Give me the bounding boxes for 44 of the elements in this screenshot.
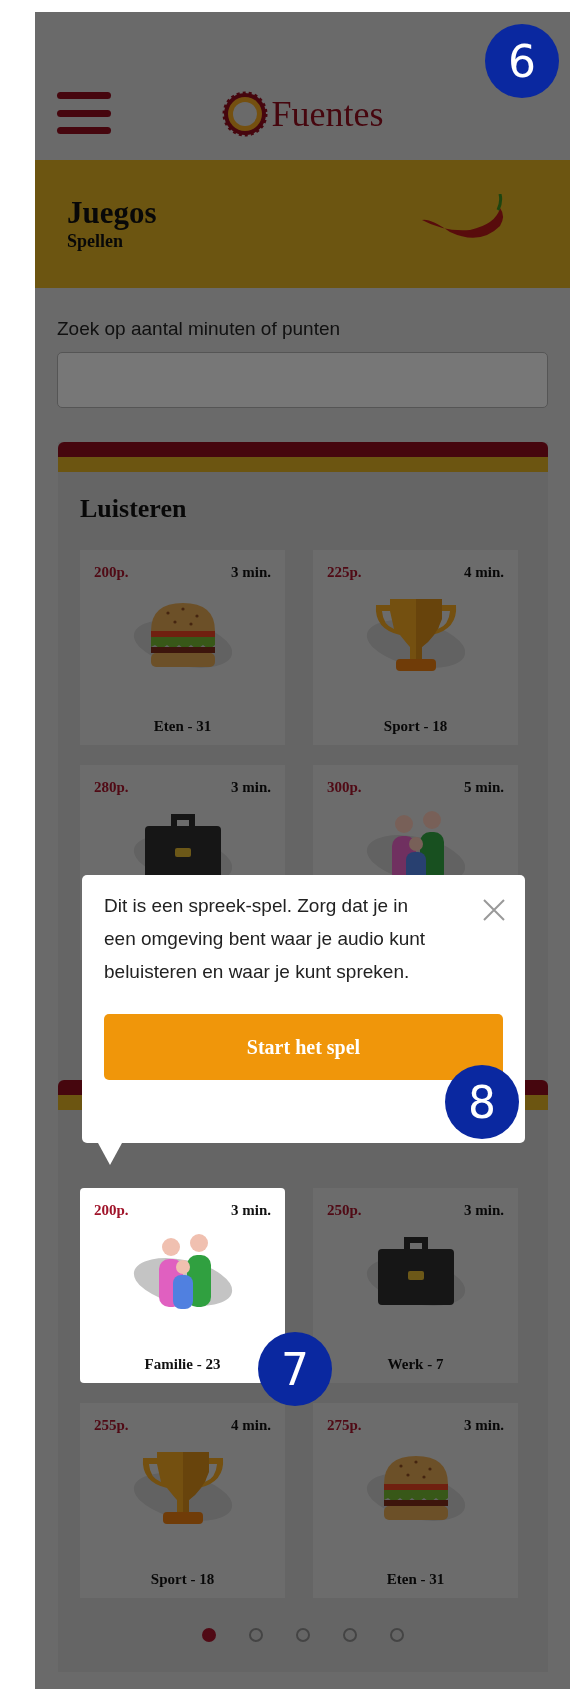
minutes-text: 3 min.: [464, 1417, 504, 1434]
pager-dot[interactable]: [296, 1628, 310, 1642]
pager-dot[interactable]: [390, 1628, 404, 1642]
minutes-text: 3 min.: [231, 564, 271, 581]
pager-dot[interactable]: [202, 1628, 216, 1642]
sun-icon: [221, 91, 268, 137]
close-button[interactable]: [481, 897, 507, 923]
points-text: 225p.: [327, 564, 362, 581]
minutes-text: 4 min.: [464, 564, 504, 581]
game-tile[interactable]: 255p. 4 min. Sport - 18: [80, 1403, 285, 1598]
game-tile[interactable]: 200p. 3 min. Familie - 23: [80, 1188, 285, 1383]
points-text: 300p.: [327, 779, 362, 796]
menu-button[interactable]: [57, 92, 111, 134]
points-text: 250p.: [327, 1202, 362, 1219]
points-text: 200p.: [94, 564, 129, 581]
search-label: Zoek op aantal minuten of punten: [57, 318, 342, 340]
section-title: Luisteren: [79, 493, 188, 525]
tile-label: Familie - 23: [144, 1356, 221, 1373]
tile-label: Sport - 18: [150, 1571, 215, 1588]
logo-text: Fuentes: [271, 93, 384, 135]
search-field[interactable]: [57, 352, 548, 408]
game-tile[interactable]: 225p. 4 min. Sport - 18: [313, 550, 518, 745]
points-text: 275p.: [327, 1417, 362, 1434]
minutes-text: 5 min.: [464, 779, 504, 796]
banner-subtitle: Spellen: [67, 230, 124, 252]
tile-label: Eten - 31: [153, 718, 212, 735]
pager-dot[interactable]: [343, 1628, 357, 1642]
start-button[interactable]: Start het spel: [104, 1014, 503, 1080]
pager-dot[interactable]: [249, 1628, 263, 1642]
minutes-text: 3 min.: [231, 779, 271, 796]
minutes-text: 4 min.: [231, 1417, 271, 1434]
banner-title: Juegos: [67, 196, 157, 231]
points-text: 200p.: [94, 1202, 129, 1219]
game-tile[interactable]: 250p. 3 min. Werk - 7: [313, 1188, 518, 1383]
game-tile[interactable]: 200p. 3 min. Eten - 31: [80, 550, 285, 745]
step-badge: 6: [485, 24, 559, 98]
points-text: 255p.: [94, 1417, 129, 1434]
tile-label: Sport - 18: [383, 718, 448, 735]
minutes-text: 3 min.: [464, 1202, 504, 1219]
minutes-text: 3 min.: [231, 1202, 271, 1219]
points-text: 280p.: [94, 779, 129, 796]
tile-label: Werk - 7: [387, 1356, 444, 1373]
tile-label: Eten - 31: [386, 1571, 445, 1588]
game-tile[interactable]: 275p. 3 min. Eten - 31: [313, 1403, 518, 1598]
